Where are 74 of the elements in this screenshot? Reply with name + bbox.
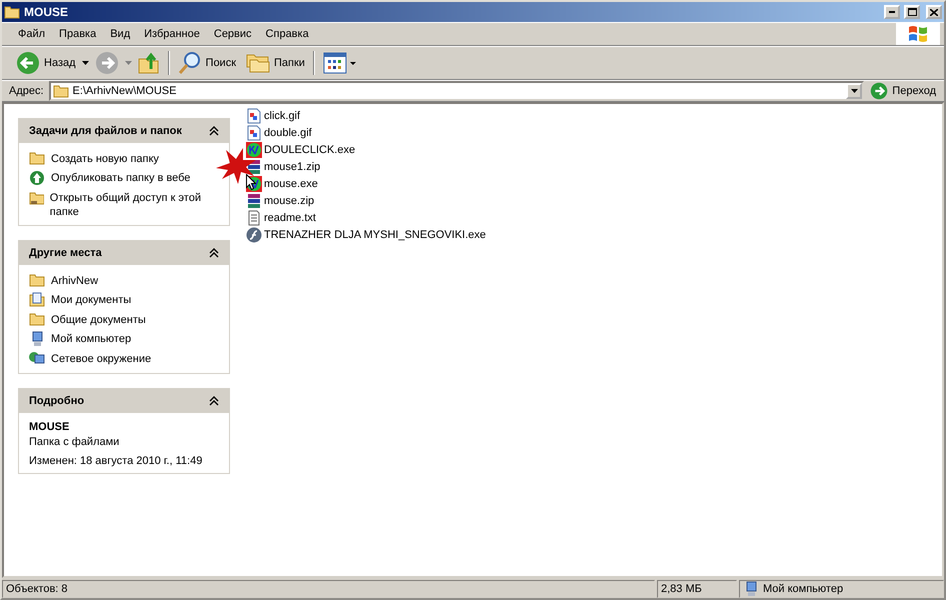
address-value: E:\ArhivNew\MOUSE — [72, 85, 176, 97]
status-objects: Объектов: 8 — [2, 580, 655, 598]
task-link[interactable]: Сетевое окружение — [51, 351, 152, 366]
file-name[interactable]: click.gif — [264, 110, 300, 122]
folder-up-icon — [138, 51, 160, 75]
address-field[interactable]: E:\ArhivNew\MOUSE — [48, 81, 864, 101]
address-label: Адрес: — [8, 85, 45, 97]
collapse-icon[interactable] — [209, 396, 219, 406]
menu-item[interactable]: Справка — [260, 25, 315, 43]
views-icon — [322, 52, 357, 74]
task-link[interactable]: Открыть общий доступ к этой папке — [50, 190, 219, 219]
task-link[interactable]: Опубликовать папку в вебе — [51, 170, 190, 185]
panel-title: Подробно — [29, 395, 84, 407]
program-icon — [246, 142, 262, 158]
go-button[interactable]: Переход — [866, 81, 940, 101]
flash-file-icon — [246, 227, 262, 243]
file-name[interactable]: TRENAZHER DLJA MYSHI_SNEGOVIKI.exe — [264, 229, 486, 241]
panel-title: Другие места — [29, 247, 102, 259]
task-link[interactable]: Общие документы — [51, 312, 146, 327]
details-modified: Изменен: 18 августа 2010 г., 11:49 — [29, 455, 204, 467]
new-folder-icon — [29, 151, 45, 165]
search-button[interactable]: Поиск — [174, 48, 240, 78]
panel-title: Задачи для файлов и папок — [29, 125, 182, 137]
task-link[interactable]: Мой компьютер — [51, 331, 132, 346]
status-size: 2,83 МБ — [657, 580, 737, 598]
caret-icon — [850, 89, 858, 93]
mouse-cursor-icon — [246, 174, 256, 190]
panel-header[interactable]: Подробно — [19, 389, 229, 413]
zone-label: Мой компьютер — [763, 583, 844, 595]
window-title: MOUSE — [24, 5, 70, 19]
folder-icon — [52, 84, 69, 98]
minimize-icon — [889, 11, 895, 13]
folder-icon — [4, 5, 20, 19]
maximize-icon — [908, 8, 916, 16]
text-file-icon — [246, 210, 262, 226]
image-file-icon — [246, 108, 262, 124]
folders-button[interactable]: Папки — [242, 48, 309, 78]
shared-folder-icon — [29, 190, 44, 206]
panel-header[interactable]: Другие места — [19, 241, 229, 265]
task-link[interactable]: Создать новую папку — [51, 151, 159, 166]
menu-item[interactable]: Правка — [53, 25, 102, 43]
documents-icon — [29, 292, 45, 308]
maximize-button[interactable] — [904, 5, 920, 19]
menu-item[interactable]: Вид — [104, 25, 136, 43]
search-icon — [178, 51, 202, 75]
file-name[interactable]: mouse.exe — [264, 178, 318, 190]
starburst-icon — [216, 148, 256, 184]
file-name[interactable]: DOULECLICK.exe — [264, 144, 356, 156]
folders-icon — [246, 52, 270, 74]
collapse-icon[interactable] — [209, 126, 219, 136]
menu-item[interactable]: Файл — [12, 25, 52, 43]
file-name[interactable]: mouse1.zip — [264, 161, 320, 173]
collapse-icon[interactable] — [209, 248, 219, 258]
panel-header[interactable]: Задачи для файлов и папок — [19, 119, 229, 143]
close-button[interactable] — [926, 5, 942, 19]
file-name[interactable]: mouse.zip — [264, 195, 314, 207]
file-name[interactable]: readme.txt — [264, 212, 316, 224]
file-name[interactable]: double.gif — [264, 127, 312, 139]
image-file-icon — [246, 125, 262, 141]
task-link[interactable]: Мои документы — [51, 292, 132, 307]
dropdown-button[interactable] — [846, 83, 862, 99]
menu-item[interactable]: Сервис — [208, 25, 258, 43]
details-type: Папка с файлами — [29, 436, 120, 448]
globe-icon — [29, 170, 45, 186]
menu-item[interactable]: Избранное — [138, 25, 206, 43]
caret-icon[interactable] — [82, 61, 89, 65]
archive-icon — [246, 193, 262, 209]
back-button[interactable]: Назад — [12, 48, 80, 78]
folder-icon — [29, 312, 45, 326]
details-name: MOUSE — [29, 421, 70, 433]
task-link[interactable]: ArhivNew — [51, 273, 98, 288]
folder-icon — [29, 273, 45, 287]
minimize-button[interactable] — [884, 5, 900, 19]
close-icon — [930, 8, 938, 16]
